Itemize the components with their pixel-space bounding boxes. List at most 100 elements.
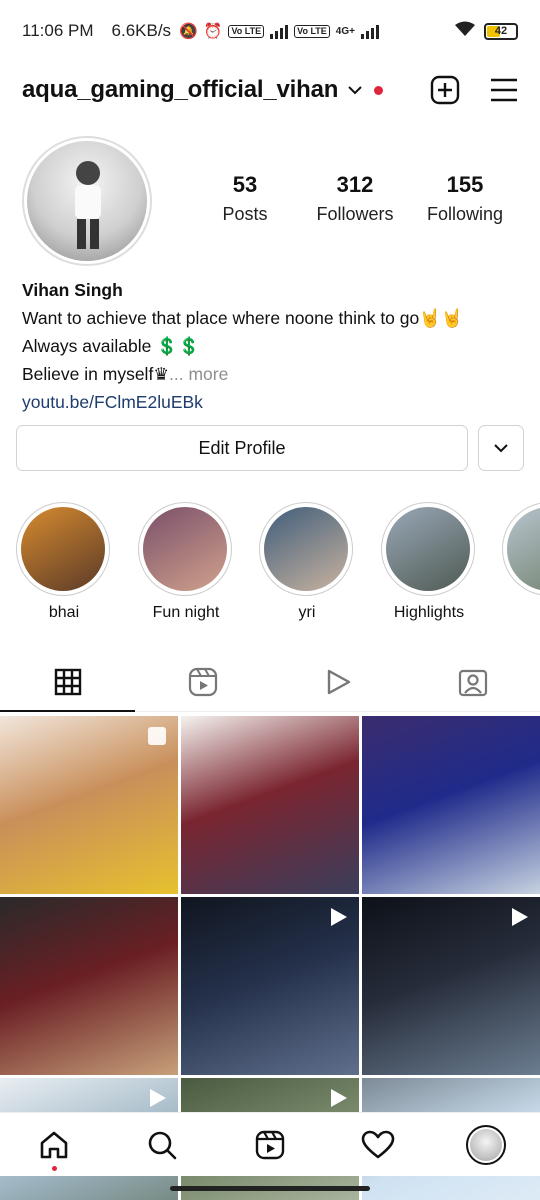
gesture-bar: [170, 1186, 370, 1191]
dollar-emoji: 💲💲: [156, 336, 200, 356]
stat-following-label: Following: [426, 204, 504, 224]
volte-icon-2: Vo LTE: [294, 24, 330, 38]
bio-website-link[interactable]: youtu.be/FClmE2luEBk: [22, 388, 522, 416]
heart-icon: [361, 1130, 395, 1158]
profile-photo: [27, 141, 147, 261]
status-bar: 11:06 PM 6.6KB/s 🔕 ⏰ Vo LTE Vo LTE 4G+ 4…: [0, 0, 540, 62]
bio-line-1-text: Want to achieve that place where noone t…: [22, 308, 420, 328]
battery-icon: 42: [484, 22, 518, 40]
reel-badge-icon: [146, 1087, 168, 1114]
post-thumbnail[interactable]: [362, 716, 540, 894]
highlight-item[interactable]: bhai: [16, 502, 112, 622]
bio-line-3: Believe in myself♛... more: [22, 360, 522, 388]
bio-line-3-text: Believe in myself: [22, 364, 154, 384]
suggested-accounts-button[interactable]: [478, 425, 524, 471]
reel-badge-icon: [327, 1087, 349, 1114]
play-icon: [327, 669, 350, 694]
highlight-item[interactable]: [502, 502, 540, 604]
highlight-cover: [386, 507, 470, 591]
home-notification-dot: [51, 1165, 57, 1171]
story-highlights: bhai Fun night yri Highlights: [0, 502, 540, 632]
status-network-speed: 6.6KB/s: [111, 21, 172, 40]
highlight-label: Highlights: [393, 604, 465, 621]
notification-dot: [374, 85, 384, 95]
menu-icon[interactable]: [490, 78, 518, 102]
profile-avatar-small: [466, 1124, 506, 1165]
highlight-ring: [259, 502, 353, 596]
stat-followers-label: Followers: [316, 204, 394, 224]
display-name: Vihan Singh: [22, 280, 123, 300]
grid-icon: [54, 668, 81, 695]
bio-line-1: Want to achieve that place where noone t…: [22, 304, 522, 332]
highlight-ring: [138, 502, 232, 596]
crown-emoji: ♛: [153, 364, 170, 384]
post-thumbnail[interactable]: [0, 897, 178, 1075]
mute-icon: 🔕: [179, 23, 198, 40]
chevron-down-icon: [494, 444, 508, 453]
highlight-label: yri: [298, 604, 316, 621]
edit-profile-button[interactable]: Edit Profile: [16, 425, 468, 471]
profile-bio: Vihan Singh Want to achieve that place w…: [22, 276, 522, 416]
volte-icon: Vo LTE: [228, 24, 265, 38]
reels-icon: [188, 667, 217, 696]
highlight-item[interactable]: Fun night: [138, 502, 234, 622]
tab-reels[interactable]: [135, 652, 270, 711]
highlight-ring: [16, 502, 110, 596]
highlight-item[interactable]: Highlights: [381, 502, 477, 622]
nav-profile[interactable]: [432, 1113, 540, 1177]
post-thumbnail[interactable]: [0, 716, 178, 894]
network-type: 4G+: [335, 25, 355, 37]
stat-following[interactable]: 155 Following: [410, 172, 520, 225]
chevron-down-icon[interactable]: [348, 82, 362, 98]
nav-home[interactable]: [0, 1113, 108, 1177]
highlight-cover: [21, 507, 105, 591]
rock-hand-emoji: 🤘🤘: [419, 308, 463, 328]
alarm-icon: ⏰: [203, 23, 223, 40]
stat-posts-count: 53: [232, 172, 258, 197]
profile-stats: 53 Posts 312 Followers 155 Following: [190, 172, 520, 225]
stat-posts[interactable]: 53 Posts: [190, 172, 300, 225]
nav-activity[interactable]: [324, 1113, 432, 1177]
battery-level: 42: [494, 25, 508, 37]
profile-tabs: [0, 652, 540, 712]
stat-followers-count: 312: [336, 172, 374, 197]
nav-reels[interactable]: [216, 1113, 324, 1177]
signal-icon-2: [360, 23, 379, 39]
tagged-icon: [458, 669, 487, 696]
wifi-icon: [454, 21, 476, 42]
post-thumbnail[interactable]: [181, 897, 359, 1075]
home-icon: [40, 1131, 68, 1158]
highlight-cover: [507, 507, 540, 591]
account-username[interactable]: aqua_gaming_official_vihan: [22, 76, 338, 104]
bio-line-2-text: Always available: [22, 336, 157, 356]
stat-posts-label: Posts: [222, 204, 268, 224]
bio-line-2: Always available 💲💲: [22, 332, 522, 360]
post-thumbnail[interactable]: [181, 716, 359, 894]
bio-more-link[interactable]: ... more: [169, 364, 228, 384]
profile-header: aqua_gaming_official_vihan: [22, 68, 518, 112]
reel-badge-icon: [508, 906, 530, 933]
stat-followers[interactable]: 312 Followers: [300, 172, 410, 225]
search-icon: [148, 1131, 177, 1159]
stat-following-count: 155: [446, 172, 484, 197]
highlight-label: Fun night: [152, 604, 220, 621]
highlight-ring: [502, 502, 540, 596]
status-time: 11:06 PM: [22, 21, 94, 40]
carousel-badge-icon: [146, 725, 168, 752]
highlight-cover: [143, 507, 227, 591]
profile-avatar[interactable]: [22, 136, 152, 266]
create-new-icon[interactable]: [430, 75, 460, 105]
tab-posts-grid[interactable]: [0, 652, 135, 712]
nav-search[interactable]: [108, 1113, 216, 1177]
signal-icon: [270, 23, 289, 39]
highlight-label: bhai: [48, 604, 80, 621]
tab-tagged[interactable]: [405, 652, 540, 711]
highlight-item[interactable]: yri: [259, 502, 355, 622]
highlight-cover: [264, 507, 348, 591]
post-thumbnail[interactable]: [362, 897, 540, 1075]
reels-icon: [255, 1130, 285, 1159]
highlight-ring: [381, 502, 475, 596]
reel-badge-icon: [327, 906, 349, 933]
tab-videos[interactable]: [270, 652, 405, 711]
bottom-navigation: [0, 1112, 540, 1176]
